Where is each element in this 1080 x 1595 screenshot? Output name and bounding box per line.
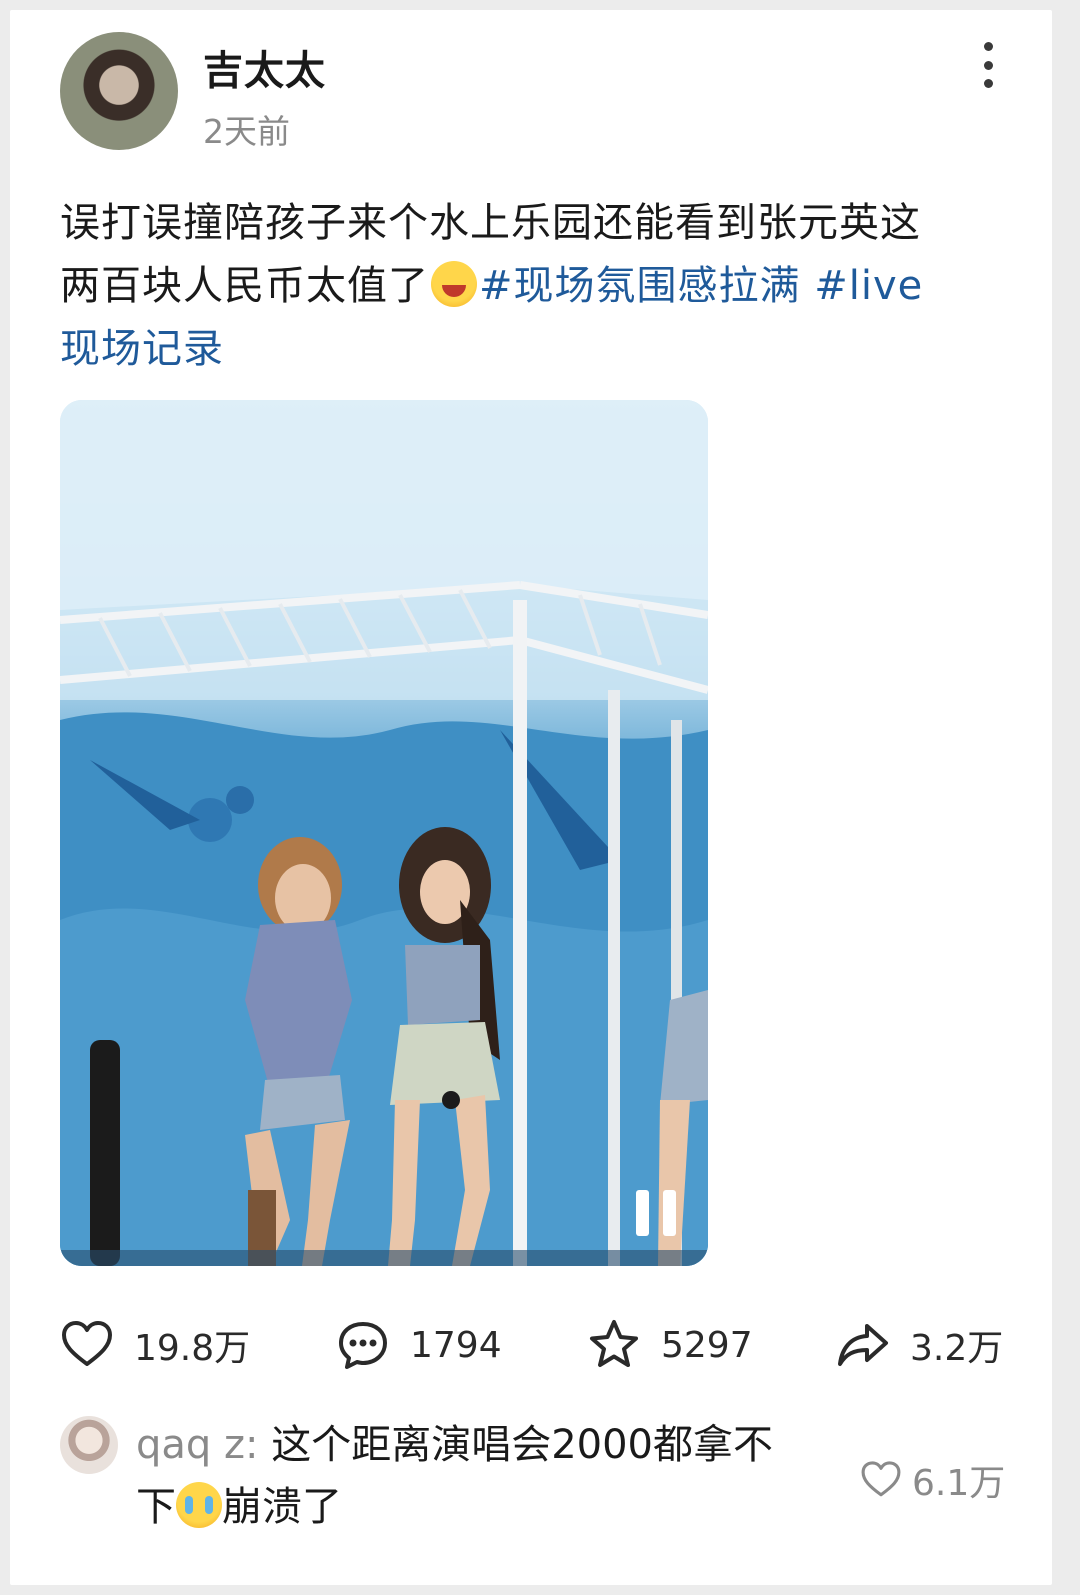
post-card: 吉太太 2天前 误打误撞陪孩子来个水上乐园还能看到张元英这 两百块人民币太值了 #… — [10, 10, 1052, 1585]
comment-count: 1794 — [410, 1324, 502, 1366]
comment-like-button[interactable]: 6.1万 — [860, 1450, 1005, 1510]
post-text-line1: 误打误撞陪孩子来个水上乐园还能看到张元英这 — [60, 200, 921, 246]
commenter-avatar[interactable] — [60, 1416, 118, 1474]
grinning-squinting-face-icon — [431, 261, 477, 307]
heart-icon — [62, 1321, 112, 1366]
post-text-line2: 两百块人民币太值了 — [60, 263, 429, 309]
pause-icon[interactable] — [636, 1190, 676, 1236]
like-button[interactable]: 19.8万 — [60, 1315, 250, 1375]
hashtag-atmosphere[interactable]: #现场氛围感拉满 — [479, 263, 801, 309]
action-bar: 19.8万 1794 5297 3.2万 — [60, 1315, 1010, 1375]
post-time: 2天前 — [203, 112, 290, 151]
comment-button[interactable]: 1794 — [336, 1315, 502, 1375]
comment-body-line1: 这个距离演唱会2000都拿不 — [271, 1422, 773, 1468]
video-frame — [60, 400, 708, 1266]
share-count: 3.2万 — [910, 1328, 1004, 1369]
star-icon — [590, 1320, 638, 1367]
comment-body-line2b: 崩溃了 — [222, 1484, 342, 1530]
share-arrow-icon — [838, 1324, 888, 1366]
video-player[interactable] — [60, 400, 708, 1266]
comment-body-line2a: 下 — [136, 1484, 176, 1530]
author-avatar[interactable] — [60, 32, 178, 150]
share-button[interactable]: 3.2万 — [836, 1315, 1003, 1375]
hashtag-live-part1[interactable]: #live — [814, 263, 923, 309]
author-name[interactable]: 吉太太 — [203, 38, 326, 96]
crying-face-icon — [176, 1482, 222, 1528]
comment-text: qaq z: 这个距离演唱会2000都拿不 下崩溃了 — [136, 1414, 826, 1538]
commenter-name[interactable]: qaq z: — [136, 1422, 258, 1468]
more-options-icon[interactable] — [975, 42, 1001, 88]
comment-icon — [339, 1322, 387, 1369]
comment-like-count: 6.1万 — [912, 1463, 1006, 1504]
favorite-button[interactable]: 5297 — [587, 1315, 753, 1375]
hashtag-live-part2[interactable]: 现场记录 — [60, 326, 224, 372]
favorite-count: 5297 — [661, 1324, 753, 1366]
heart-icon — [861, 1461, 901, 1497]
like-count: 19.8万 — [134, 1328, 251, 1369]
post-text: 误打误撞陪孩子来个水上乐园还能看到张元英这 两百块人民币太值了 #现场氛围感拉满 … — [60, 192, 1020, 381]
